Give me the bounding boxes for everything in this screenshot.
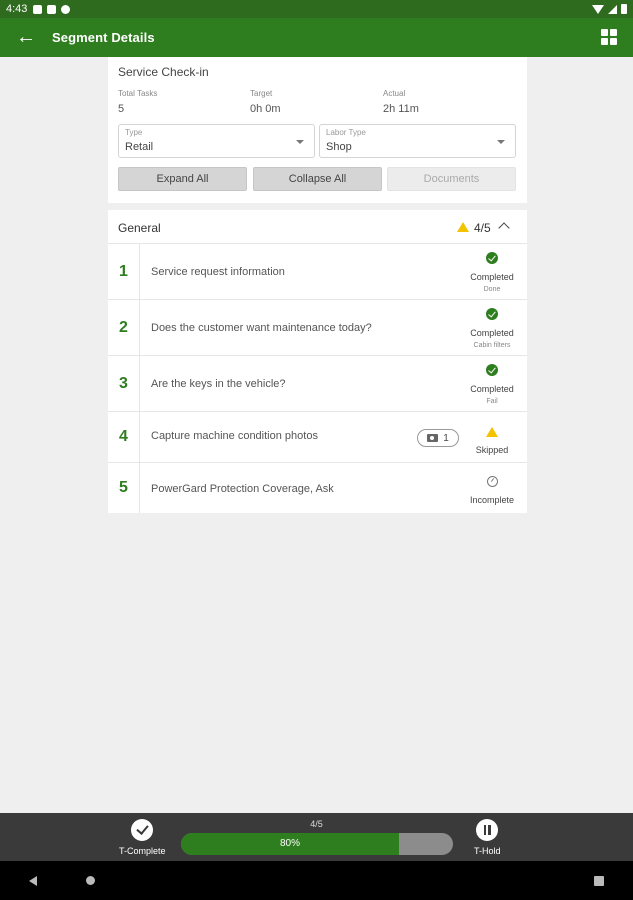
status-bar: 4:43 (0, 0, 633, 18)
battery-icon (621, 4, 627, 14)
stat-label: Total Tasks (118, 89, 158, 98)
task-number: 2 (108, 300, 140, 355)
task-status: Completed Done (457, 251, 527, 293)
status-time: 4:43 (6, 3, 28, 15)
camera-icon (427, 434, 439, 442)
system-nav-bar (0, 861, 633, 900)
dropdown-arrow-icon (296, 140, 304, 144)
section-count: 4/5 (474, 221, 491, 235)
t-hold-button[interactable]: T-Hold (474, 819, 501, 856)
section-card: General 4/5 1 Service request informatio… (108, 210, 527, 513)
task-row[interactable]: 2 Does the customer want maintenance tod… (108, 300, 527, 356)
section-title: General (118, 221, 161, 235)
status-label: Skipped (475, 445, 509, 455)
warning-icon (457, 222, 469, 232)
task-title: Service request information (151, 266, 285, 278)
t-hold-label: T-Hold (474, 846, 501, 856)
photo-count-chip[interactable]: 1 (417, 429, 459, 447)
task-status: Incomplete (457, 474, 527, 505)
status-detail: Fail (486, 398, 498, 405)
type-select-label: Type (125, 128, 143, 137)
task-row[interactable]: 4 Capture machine condition photos 1 Ski… (108, 412, 527, 463)
signal-icon (608, 4, 617, 14)
task-status: Completed Cabin filters (457, 307, 527, 349)
stat-label: Actual (383, 89, 406, 98)
t-complete-label: T-Complete (119, 846, 166, 856)
action-bar: T-Complete 4/5 80% T-Hold (0, 813, 633, 861)
task-number: 4 (108, 412, 140, 462)
stat-value: 0h 0m (250, 103, 281, 115)
stat-total-tasks: Total Tasks 5 (118, 89, 157, 115)
collapse-all-button[interactable]: Collapse All (253, 167, 382, 191)
status-label: Completed (470, 384, 514, 394)
warning-icon (486, 427, 498, 437)
nav-recents-icon[interactable] (594, 876, 604, 886)
labor-type-select-value: Shop (326, 141, 352, 153)
app-bar: ← Segment Details (0, 18, 633, 57)
documents-button[interactable]: Documents (387, 167, 516, 191)
task-status: Skipped (457, 424, 527, 455)
pause-icon (476, 819, 499, 841)
notification-icon (33, 4, 43, 14)
task-row[interactable]: 1 Service request information Completed … (108, 244, 527, 300)
wifi-icon (592, 4, 604, 14)
type-select-value: Retail (125, 141, 154, 153)
notification-icon (61, 4, 71, 14)
stat-target: Target 0h 0m (250, 89, 281, 115)
notification-icon (47, 4, 57, 14)
task-row[interactable]: 3 Are the keys in the vehicle? Completed… (108, 356, 527, 412)
task-title: PowerGard Protection Coverage, Ask (151, 483, 334, 495)
task-number: 3 (108, 356, 140, 411)
progress-percent: 80% (279, 838, 300, 849)
check-in-card: Service Check-in Total Tasks 5 Target 0h… (108, 57, 527, 203)
status-label: Completed (470, 328, 514, 338)
task-number: 5 (108, 463, 140, 513)
check-in-title: Service Check-in (118, 65, 209, 79)
task-row[interactable]: 5 PowerGard Protection Coverage, Ask Inc… (108, 463, 527, 513)
labor-type-select[interactable]: Labor Type Shop (319, 124, 516, 158)
check-circle-icon (486, 364, 498, 376)
task-title: Does the customer want maintenance today… (151, 322, 372, 334)
type-select[interactable]: Type Retail (118, 124, 315, 158)
progress-fraction: 4/5 (310, 819, 323, 829)
incomplete-icon (486, 476, 498, 487)
grid-menu-icon[interactable] (601, 29, 617, 45)
task-title: Capture machine condition photos (151, 430, 318, 442)
status-label: Completed (470, 272, 514, 282)
section-header[interactable]: General 4/5 (108, 210, 527, 244)
back-arrow-icon[interactable]: ← (0, 18, 52, 57)
stat-value: 5 (118, 103, 125, 115)
stat-label: Target (250, 89, 273, 98)
status-detail: Cabin filters (473, 342, 511, 349)
task-status: Completed Fail (457, 363, 527, 405)
expand-all-button[interactable]: Expand All (118, 167, 247, 191)
chevron-up-icon[interactable] (498, 222, 510, 234)
nav-home-icon[interactable] (86, 876, 95, 885)
status-detail: Done (483, 286, 501, 293)
status-label: Incomplete (469, 495, 515, 505)
task-title: Are the keys in the vehicle? (151, 378, 286, 390)
stat-value: 2h 11m (383, 103, 419, 115)
page-title: Segment Details (52, 30, 155, 45)
photo-count: 1 (443, 432, 449, 444)
check-circle-icon (486, 308, 498, 320)
labor-type-select-label: Labor Type (326, 128, 366, 137)
dropdown-arrow-icon (497, 140, 505, 144)
nav-back-icon[interactable] (29, 876, 37, 886)
task-number: 1 (108, 244, 140, 299)
check-circle-icon (486, 252, 498, 264)
stat-actual: Actual 2h 11m (383, 89, 419, 115)
